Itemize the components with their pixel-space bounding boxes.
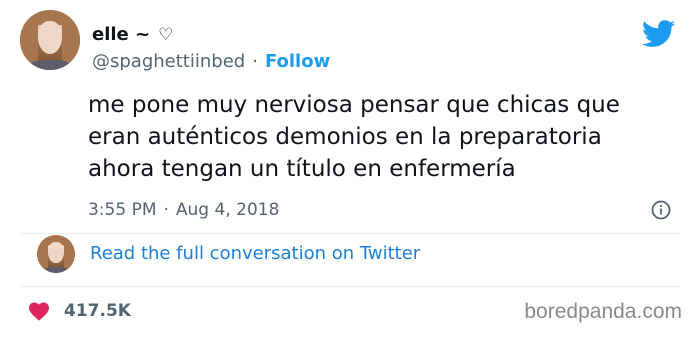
tweet-text-line: eran auténticos demonios en la preparato… <box>88 124 602 150</box>
like-count: 417.5K <box>64 301 131 321</box>
divider <box>20 233 680 234</box>
tweet-embed-card: elle ~ ♡ @spaghettiinbed · Follow me pon… <box>0 0 700 339</box>
author-name-row: elle ~ ♡ <box>92 24 173 45</box>
tweet-text-line: me pone muy nerviosa pensar que chicas q… <box>88 92 620 118</box>
heart-outline-icon: ♡ <box>158 24 174 45</box>
divider <box>20 286 680 287</box>
twitter-bird-icon[interactable] <box>642 20 676 48</box>
tweet-timestamp[interactable]: 3:55 PM · Aug 4, 2018 <box>88 200 279 220</box>
separator: · <box>252 51 258 72</box>
tweet-date: Aug 4, 2018 <box>175 200 280 220</box>
author-avatar[interactable] <box>20 10 80 70</box>
tweet-text: me pone muy nerviosa pensar que chicas q… <box>88 89 668 185</box>
conversation-avatar <box>37 235 75 273</box>
boredpanda-watermark: boredpanda.com <box>524 300 682 323</box>
author-display-name[interactable]: elle ~ <box>92 24 150 45</box>
author-handle-row: @spaghettiinbed · Follow <box>92 51 330 72</box>
separator: · <box>163 200 169 220</box>
like-heart-icon[interactable] <box>28 301 50 321</box>
tweet-text-line: ahora tengan un título en enfermería <box>88 156 516 182</box>
follow-button[interactable]: Follow <box>265 51 330 72</box>
author-handle[interactable]: @spaghettiinbed <box>92 51 245 72</box>
read-conversation-link[interactable]: Read the full conversation on Twitter <box>90 243 420 264</box>
info-icon[interactable] <box>651 200 671 220</box>
tweet-time: 3:55 PM <box>88 200 157 220</box>
